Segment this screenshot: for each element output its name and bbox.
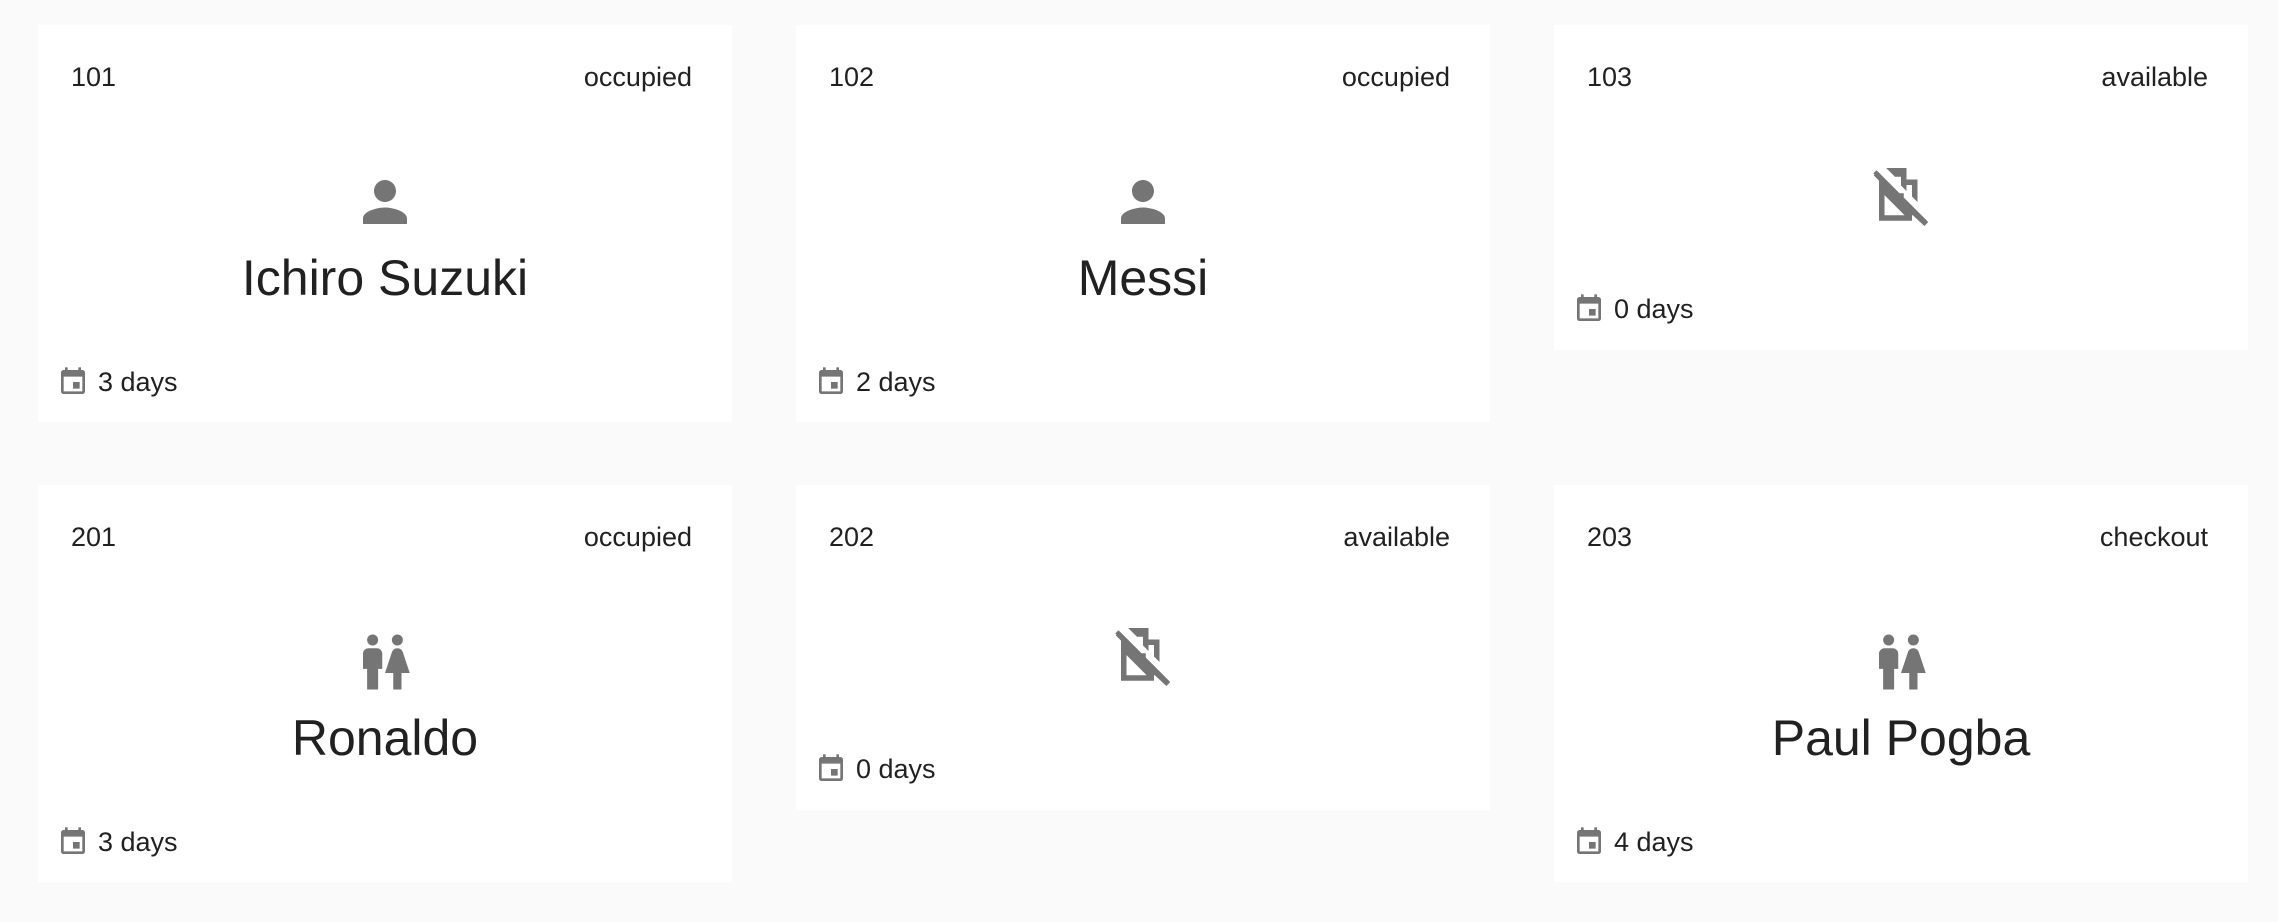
stay-duration: 0 days [815, 753, 936, 785]
guest-name: Messi [1077, 250, 1209, 306]
stay-duration: 3 days [57, 826, 178, 858]
room-status: available [2101, 62, 2208, 92]
no-meeting-room-icon [1115, 627, 1171, 686]
room-number: 101 [71, 62, 117, 92]
room-card-102[interactable]: 102 occupied Messi 2 days [796, 25, 1490, 422]
room-number: 202 [829, 522, 875, 552]
room-number: 103 [1587, 62, 1633, 92]
guest-name: Paul Pogba [1771, 710, 2031, 766]
room-status: occupied [1341, 62, 1450, 92]
stay-duration-label: 2 days [856, 366, 936, 397]
room-status: checkout [2099, 522, 2208, 552]
room-card-103[interactable]: 103 available 0 days [1554, 25, 2248, 350]
person-icon [363, 180, 407, 224]
stay-duration: 0 days [1573, 293, 1694, 325]
calendar-icon [1577, 827, 1601, 854]
no-meeting-room-icon [1873, 167, 1929, 226]
stay-duration-label: 0 days [856, 753, 936, 784]
room-number: 102 [829, 62, 875, 92]
guest-name: Ichiro Suzuki [241, 250, 529, 306]
stay-duration-label: 0 days [1614, 293, 1694, 324]
calendar-icon [819, 367, 843, 394]
room-number: 203 [1587, 522, 1633, 552]
room-card-203[interactable]: 203 checkout Paul Pogba 4 days [1554, 485, 2248, 882]
room-number: 201 [71, 522, 117, 552]
stay-duration: 2 days [815, 366, 936, 398]
stay-duration-label: 4 days [1614, 826, 1694, 857]
calendar-icon [1577, 294, 1601, 321]
couple-icon [1879, 634, 1926, 690]
stay-duration: 3 days [57, 366, 178, 398]
stay-duration-label: 3 days [98, 826, 178, 857]
calendar-icon [61, 367, 85, 394]
couple-icon [363, 634, 410, 690]
calendar-icon [61, 827, 85, 854]
room-status: occupied [583, 522, 692, 552]
person-icon [1121, 180, 1165, 224]
calendar-icon [819, 754, 843, 781]
room-card-201[interactable]: 201 occupied Ronaldo 3 days [38, 485, 732, 882]
room-status: occupied [583, 62, 692, 92]
room-card-101[interactable]: 101 occupied Ichiro Suzuki 3 days [38, 25, 732, 422]
room-status: available [1343, 522, 1450, 552]
room-grid: 101 occupied Ichiro Suzuki 3 days 102 oc… [0, 0, 2278, 922]
stay-duration: 4 days [1573, 826, 1694, 858]
guest-name: Ronaldo [291, 710, 479, 766]
room-card-202[interactable]: 202 available 0 days [796, 485, 1490, 810]
stay-duration-label: 3 days [98, 366, 178, 397]
